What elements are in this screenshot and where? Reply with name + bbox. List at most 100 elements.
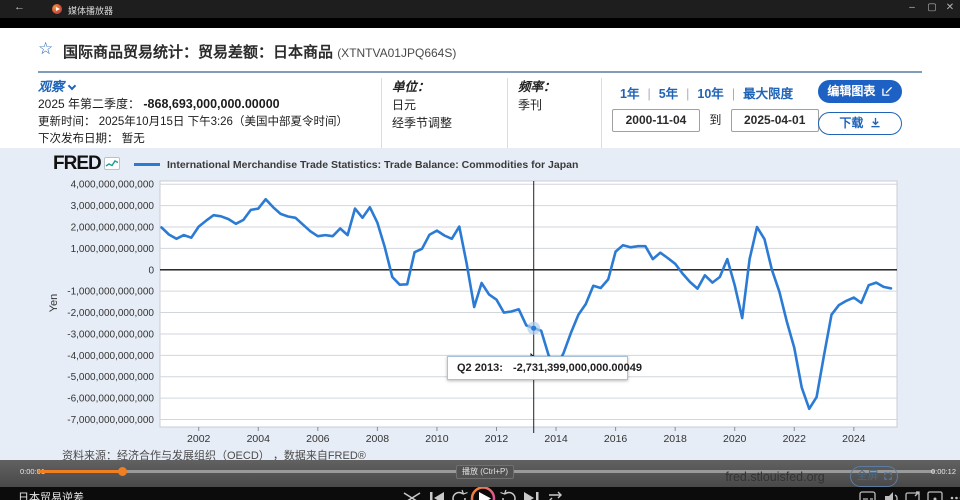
media-player-logo-icon bbox=[52, 4, 62, 14]
repeat-icon[interactable] bbox=[549, 491, 562, 500]
player-controls-icons bbox=[403, 487, 960, 500]
column-divider bbox=[601, 78, 602, 148]
date-range-row: 2000-11-04 到 2025-04-01 bbox=[612, 109, 819, 133]
frequency-value: 季刊 bbox=[518, 98, 543, 112]
trade-balance-line-chart[interactable]: 4,000,000,000,000 3,000,000,000,000 2,000,… bbox=[0, 148, 960, 462]
updated-row: 更新时间： 2025年10月15日 下午3:26（美国中部夏令时间） bbox=[38, 113, 348, 129]
y-axis-title: Yen bbox=[48, 294, 60, 313]
cast-icon[interactable] bbox=[927, 491, 943, 500]
y-tick-label: -3,000,000,000,000 bbox=[67, 329, 154, 340]
chart-tooltip: Q2 2013: -2,731,399,000,000.00049 bbox=[447, 356, 642, 380]
series-title: 国际商品贸易统计：贸易差额：日本商品 bbox=[63, 44, 334, 61]
legend-label: International Merchandise Trade Statisti… bbox=[167, 159, 579, 171]
fred-url-watermark: fred.stlouisfed.org bbox=[725, 470, 825, 484]
download-label: 下载 bbox=[839, 116, 864, 130]
x-tick-label: 2020 bbox=[723, 433, 747, 445]
y-tick-label: 4,000,000,000,000 bbox=[71, 180, 155, 191]
observations-label: 观察 bbox=[38, 79, 65, 94]
seek-bar-progress bbox=[38, 470, 122, 473]
window-title: 媒体播放器 bbox=[68, 6, 114, 16]
total-duration: 0:00:12 bbox=[930, 467, 956, 476]
seek-bar-knob[interactable] bbox=[118, 467, 127, 476]
date-to-input[interactable]: 2025-04-01 bbox=[730, 109, 819, 132]
window-titlebar: ← 媒体播放器 – ▢ ✕ bbox=[0, 0, 960, 18]
units-label: 单位： bbox=[392, 80, 430, 94]
shuffle-icon[interactable] bbox=[403, 492, 421, 500]
previous-track-icon[interactable] bbox=[430, 492, 444, 500]
legend-line-swatch bbox=[134, 162, 160, 166]
next-release-value: 暂无 bbox=[121, 133, 145, 145]
y-tick-label: 0 bbox=[148, 265, 154, 276]
forward-icon[interactable] bbox=[500, 489, 516, 500]
edit-graph-button[interactable]: 编辑图表 bbox=[818, 80, 902, 103]
range-link-2[interactable]: 5年 bbox=[659, 87, 678, 101]
x-tick-label: 2022 bbox=[783, 433, 807, 445]
fred-logo: FRED bbox=[53, 153, 102, 174]
minimize-button[interactable]: – bbox=[904, 2, 920, 13]
x-tick-label: 2018 bbox=[663, 433, 687, 445]
x-tick-label: 2012 bbox=[485, 433, 509, 445]
miniplayer-icon[interactable] bbox=[905, 491, 920, 500]
frequency-label: 频率： bbox=[518, 80, 556, 94]
play-button[interactable] bbox=[470, 487, 496, 500]
play-tooltip: 播放 (Ctrl+P) bbox=[456, 465, 514, 479]
y-tick-label: -4,000,000,000,000 bbox=[67, 351, 154, 362]
units-value: 日元 bbox=[392, 98, 417, 112]
fullscreen-button[interactable]: 全屏 bbox=[850, 466, 898, 487]
tooltip-value: -2,731,399,000,000.00049 bbox=[512, 362, 642, 374]
player-control-overlay: 0:00:01 0:00:12 播放 (Ctrl+P) fred.stlouis… bbox=[0, 460, 960, 487]
fred-sparkline-icon bbox=[104, 157, 120, 170]
fullscreen-expand-icon bbox=[883, 472, 892, 480]
range-link-3[interactable]: 10年 bbox=[697, 87, 723, 101]
x-tick-label: 2010 bbox=[425, 433, 449, 445]
more-options-icon[interactable] bbox=[950, 496, 960, 500]
range-separator: | bbox=[731, 87, 736, 101]
column-divider bbox=[507, 78, 508, 148]
video-letterbox bbox=[0, 18, 960, 28]
download-button[interactable]: 下载 bbox=[818, 112, 902, 135]
favorite-star-icon[interactable]: ☆ bbox=[38, 39, 53, 59]
plot-area bbox=[159, 180, 898, 428]
maximize-button[interactable]: ▢ bbox=[924, 2, 940, 13]
observation-period: 2025 年第二季度： bbox=[38, 97, 141, 111]
subtitles-icon[interactable] bbox=[859, 491, 876, 500]
next-release-row: 下次发布日期： 暂无 bbox=[38, 130, 145, 146]
title-divider bbox=[38, 71, 922, 73]
x-tick-label: 2024 bbox=[842, 433, 866, 445]
date-range-join: 到 bbox=[709, 113, 722, 127]
edit-pencil-icon bbox=[881, 86, 892, 96]
range-separator: | bbox=[686, 87, 690, 101]
range-link-4[interactable]: 最大限度 bbox=[743, 87, 793, 101]
rewind-icon[interactable] bbox=[452, 489, 468, 500]
back-arrow-icon[interactable]: ← bbox=[14, 1, 25, 13]
chart-area: 4,000,000,000,000 3,000,000,000,000 2,000,… bbox=[0, 148, 960, 462]
next-track-icon[interactable] bbox=[524, 492, 539, 500]
range-link-1[interactable]: 1年 bbox=[620, 87, 639, 101]
tooltip-period: Q2 2013: bbox=[457, 362, 503, 374]
y-tick-label: 1,000,000,000,000 bbox=[71, 244, 155, 255]
y-tick-label: 3,000,000,000,000 bbox=[71, 201, 155, 212]
volume-icon[interactable] bbox=[885, 492, 898, 500]
updated-value: 2025年10月15日 下午3:26（美国中部夏令时间） bbox=[98, 116, 348, 128]
edit-graph-label: 编辑图表 bbox=[827, 84, 876, 98]
page-title: 国际商品贸易统计：贸易差额：日本商品 (XTNTVA01JPQ664S) bbox=[63, 41, 456, 62]
media-player-window: ← 媒体播放器 – ▢ ✕ ☆ 国际商品贸易统计：贸易差额：日本商品 (XTNT… bbox=[0, 0, 960, 500]
y-tick-label: -1,000,000,000,000 bbox=[67, 287, 154, 298]
y-tick-label: -2,000,000,000,000 bbox=[67, 308, 154, 319]
download-icon bbox=[871, 117, 880, 128]
y-tick-label: -6,000,000,000,000 bbox=[67, 394, 154, 405]
date-from-input[interactable]: 2000-11-04 bbox=[612, 109, 700, 132]
x-tick-label: 2014 bbox=[544, 433, 568, 445]
x-tick-label: 2002 bbox=[187, 433, 211, 445]
observations-dropdown[interactable]: 观察 bbox=[38, 76, 77, 95]
close-button[interactable]: ✕ bbox=[942, 2, 958, 13]
player-bottom-bar: 日本贸易逆差 bbox=[0, 487, 960, 500]
x-tick-label: 2016 bbox=[604, 433, 628, 445]
y-tick-label: -7,000,000,000,000 bbox=[67, 415, 154, 426]
highlighted-point bbox=[531, 325, 537, 331]
x-tick-label: 2008 bbox=[366, 433, 390, 445]
chevron-down-icon bbox=[67, 81, 77, 91]
y-tick-label: -5,000,000,000,000 bbox=[67, 372, 154, 383]
updated-label: 更新时间： bbox=[38, 116, 96, 128]
y-tick-label: 2,000,000,000,000 bbox=[71, 222, 155, 233]
